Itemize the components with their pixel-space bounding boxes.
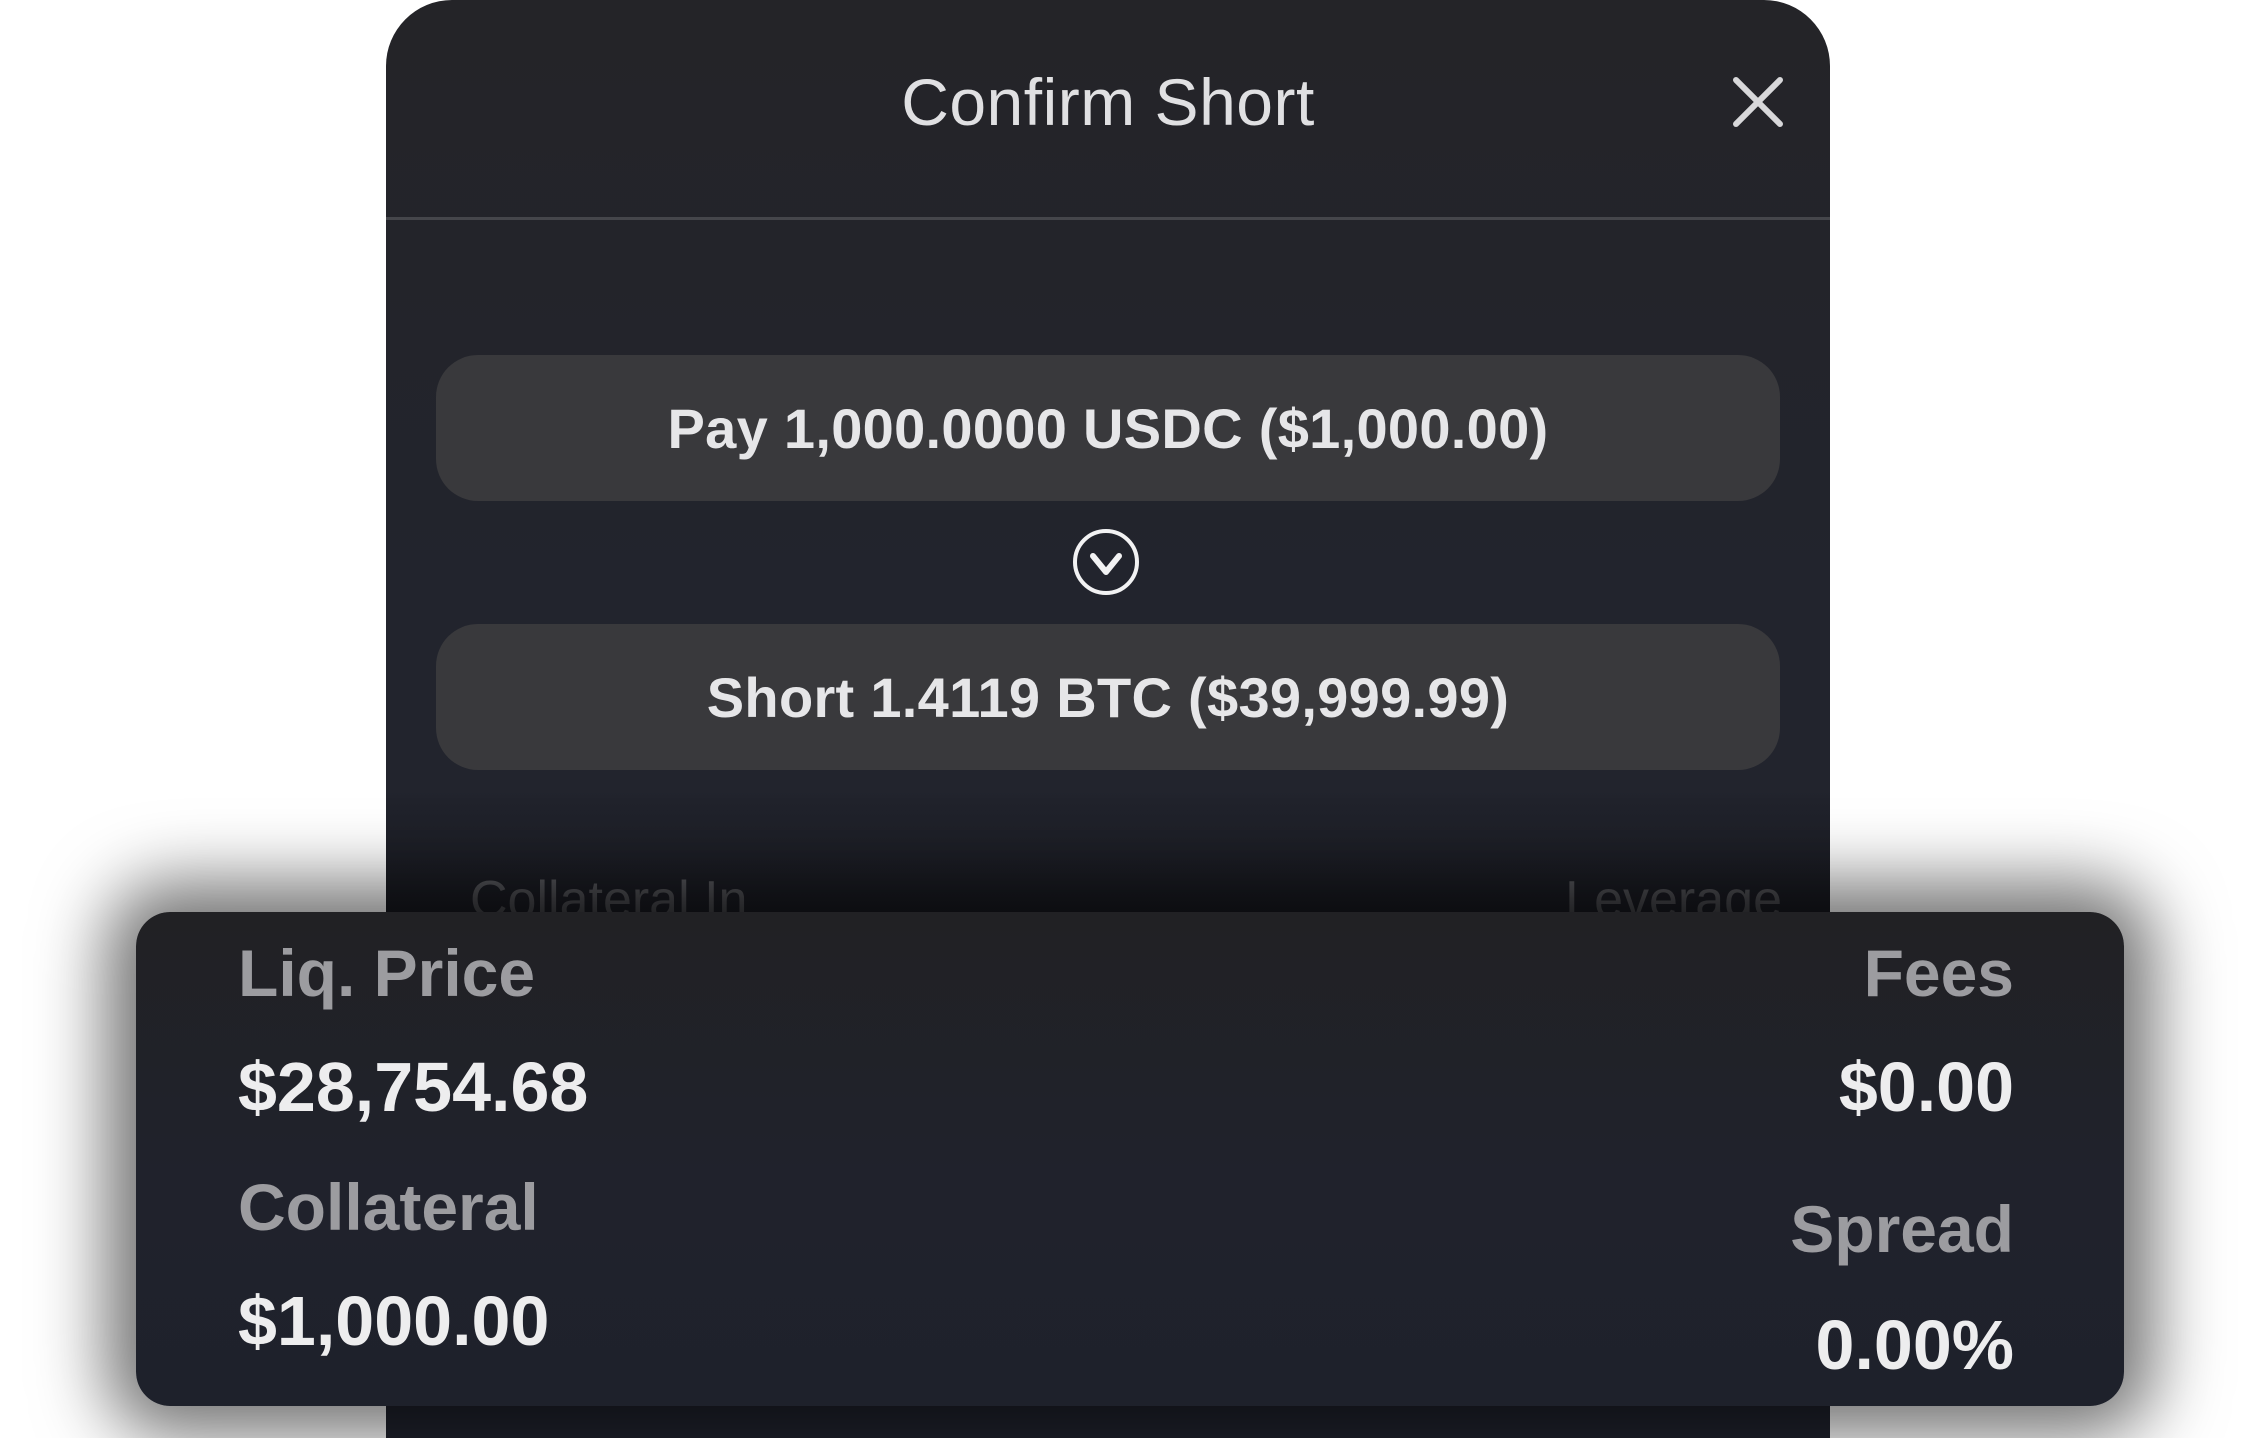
liq-price-value: $28,754.68 [238,1048,589,1126]
modal-title: Confirm Short [901,65,1315,139]
fees-value: $0.00 [1838,1048,2014,1126]
liq-price-label: Liq. Price [238,936,536,1010]
trade-details-card: Liq. Price $28,754.68 Collateral $1,000.… [136,912,2124,1406]
collateral-label: Collateral [238,1170,539,1244]
collateral-value: $1,000.00 [238,1282,550,1360]
spread-value: 0.00% [1815,1306,2014,1384]
pay-summary: Pay 1,000.0000 USDC ($1,000.00) [436,355,1780,501]
close-icon [1733,77,1783,127]
short-summary: Short 1.4119 BTC ($39,999.99) [436,624,1780,770]
close-button[interactable] [1726,70,1790,134]
screen: Confirm Short Pay 1,000.0000 USDC ($1,00… [0,0,2260,1438]
fees-label: Fees [1863,936,2014,1010]
chevron-down-circle-icon [1072,528,1140,596]
modal-header: Confirm Short [386,0,1830,220]
spread-label: Spread [1790,1192,2014,1266]
